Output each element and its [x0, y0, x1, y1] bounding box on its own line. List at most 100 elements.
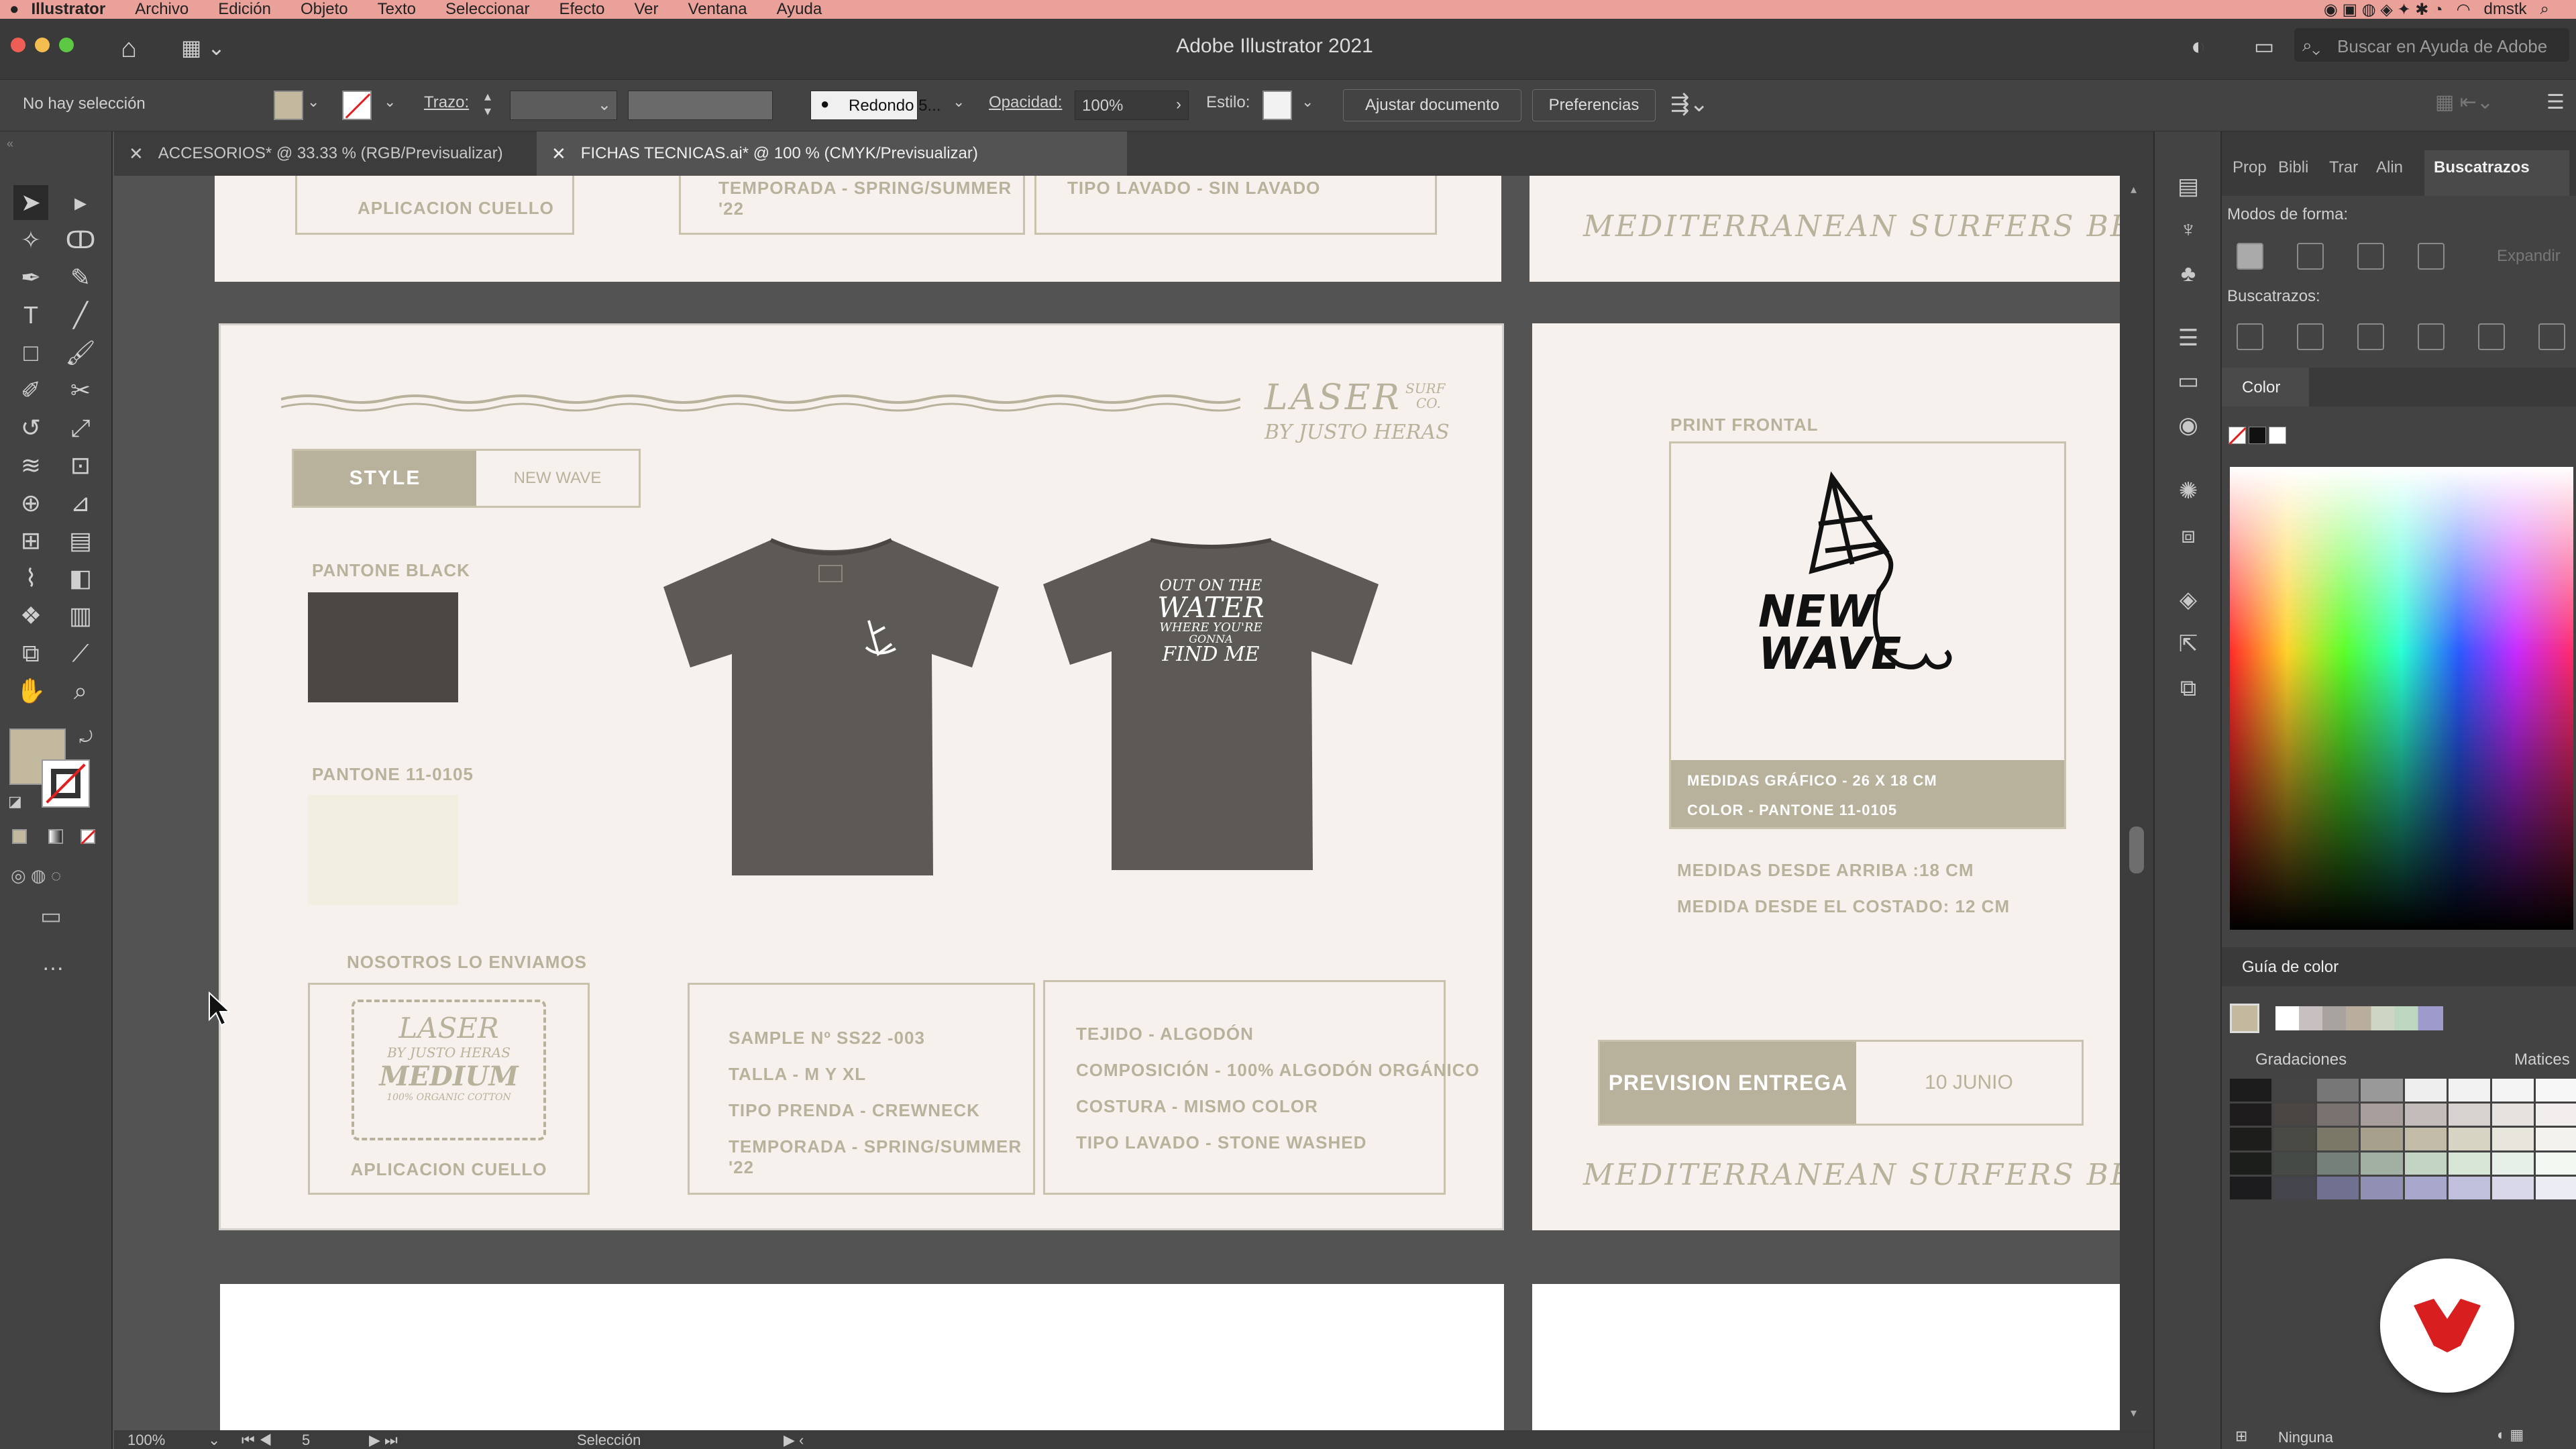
opacity-label[interactable]: Opacidad: — [989, 93, 1062, 112]
wifi-icon[interactable]: ◠ — [2457, 0, 2471, 19]
gradient-tool-icon[interactable]: ▤ — [63, 523, 98, 558]
more-tools-icon[interactable]: … — [42, 950, 64, 976]
rectangle-tool-icon[interactable]: □ — [13, 335, 48, 370]
none-swatch[interactable] — [2229, 427, 2247, 445]
artboard-main-left[interactable]: LASER SURF CO. BY JUSTO HERAS STYLE NEW … — [219, 323, 1504, 1230]
align-icons[interactable]: ▦ ⇤⌄ — [2435, 91, 2493, 114]
white-swatch[interactable] — [2269, 427, 2286, 444]
tab-fichas-tecnicas[interactable]: ✕ FICHAS TECNICAS.ai* @ 100 % (CMYK/Prev… — [537, 131, 1127, 176]
blend-tool-icon[interactable]: ◧ — [63, 561, 98, 596]
mesh-tool-icon[interactable]: ⊞ — [13, 523, 48, 558]
panel-toggle-icon[interactable]: ▭ — [2254, 34, 2274, 59]
apple-icon[interactable]: ● — [9, 0, 19, 19]
eyedropper-icon[interactable]: ⌇ — [13, 561, 48, 596]
trim-button[interactable] — [2297, 323, 2324, 350]
graphic-style-swatch[interactable] — [1263, 91, 1292, 120]
tab-transform[interactable]: Trar — [2329, 158, 2358, 177]
preferences-button[interactable]: Preferencias — [1532, 89, 1656, 121]
default-colors-icon[interactable]: ◪ — [8, 793, 22, 810]
unite-button[interactable] — [2237, 243, 2263, 270]
stroke-panel-icon[interactable]: ☰ — [2174, 323, 2203, 353]
artboard-bottom-left[interactable] — [220, 1284, 1504, 1436]
screen-mode-icon[interactable]: ▭ — [40, 903, 62, 930]
artboard-nav-prev-icon[interactable]: ⏮ ◀ — [241, 1432, 272, 1449]
magic-wand-icon[interactable]: ✧ — [13, 223, 48, 258]
outline-button[interactable] — [2478, 323, 2505, 350]
none-mode-icon[interactable] — [80, 829, 96, 845]
harmony-swatches[interactable] — [2275, 1006, 2443, 1030]
zoom-window-button[interactable] — [59, 38, 74, 52]
status-menu-icon[interactable]: ▶ ‹ — [784, 1432, 804, 1449]
artboards-icon[interactable]: ⧉ — [2174, 674, 2203, 703]
tab-pathfinder[interactable]: Buscatrazos — [2424, 150, 2569, 196]
opacity-field[interactable]: 100% › — [1075, 91, 1189, 120]
pen-tool-icon[interactable]: ✒ — [13, 260, 48, 295]
canvas[interactable]: APLICACION CUELLO TEMPORADA - SPRING/SUM… — [114, 176, 2120, 1436]
artboard-main-right[interactable]: PRINT FRONTAL NEW WAVE MEDIDAS GRÁFICO -… — [1532, 323, 2120, 1230]
menu-seleccionar[interactable]: Seleccionar — [445, 0, 529, 19]
appearance-icon[interactable]: ✺ — [2174, 476, 2203, 506]
color-guide-grid[interactable] — [2230, 1079, 2576, 1199]
scissors-icon[interactable]: ✂ — [63, 373, 98, 408]
stroke-weight-stepper[interactable]: ▴ ▾ — [484, 89, 491, 119]
menu-edicion[interactable]: Edición — [218, 0, 271, 19]
menu-icon[interactable]: ☰ — [2546, 91, 2565, 114]
grid-icon[interactable]: ⊞ — [2235, 1428, 2247, 1445]
intersect-button[interactable] — [2357, 243, 2384, 270]
artboard-top-left[interactable]: APLICACION CUELLO TEMPORADA - SPRING/SUM… — [215, 176, 1501, 282]
share-icon[interactable]: ◐ — [2191, 32, 2206, 60]
shades-label[interactable]: Matices — [2514, 1051, 2570, 1069]
zoom-level[interactable]: 100% — [127, 1432, 165, 1449]
exclude-button[interactable] — [2418, 243, 2445, 270]
black-swatch[interactable] — [2249, 427, 2266, 444]
fill-swatch[interactable] — [274, 91, 303, 120]
properties-icon[interactable]: ▤ — [2174, 172, 2203, 201]
menu-ver[interactable]: Ver — [634, 0, 658, 19]
menu-user[interactable]: dmstk — [2484, 0, 2527, 19]
minimize-window-button[interactable] — [35, 38, 50, 52]
close-tab-icon[interactable]: ✕ — [129, 144, 144, 164]
menu-ayuda[interactable]: Ayuda — [777, 0, 822, 19]
lasso-icon[interactable]: ↀ — [63, 223, 98, 258]
symbol-sprayer-icon[interactable]: ❖ — [13, 598, 48, 633]
gradient-mode-icon[interactable] — [48, 829, 63, 844]
crop-button[interactable] — [2418, 323, 2445, 350]
minus-front-button[interactable] — [2297, 243, 2324, 270]
stroke-weight-field[interactable]: ⌄ — [510, 91, 617, 120]
direct-selection-tool-icon[interactable]: ▸ — [63, 185, 98, 220]
merge-button[interactable] — [2357, 323, 2384, 350]
color-spectrum[interactable] — [2230, 467, 2573, 930]
line-tool-icon[interactable]: ╱ — [63, 298, 98, 333]
puppet-warp-icon[interactable]: ♆ — [2174, 215, 2203, 244]
guide-options-icons[interactable]: ◐ ▦ — [2497, 1426, 2524, 1444]
transparency-icon[interactable]: ◉ — [2174, 411, 2203, 440]
workspace-switcher-icon[interactable]: ▦ ⌄ — [181, 35, 225, 60]
menu-objeto[interactable]: Objeto — [301, 0, 348, 19]
status-icons[interactable]: ◉ ▣ ◍ ◈ ✦ ✱ ◔ — [2324, 0, 2443, 19]
type-tool-icon[interactable]: T — [13, 298, 48, 333]
menu-ventana[interactable]: Ventana — [688, 0, 747, 19]
menu-archivo[interactable]: Archivo — [135, 0, 189, 19]
rotate-tool-icon[interactable]: ↺ — [13, 411, 48, 445]
color-mode-icon[interactable] — [12, 829, 27, 844]
scroll-thumb[interactable] — [2129, 826, 2144, 873]
tab-properties[interactable]: Prop — [2233, 158, 2267, 177]
draw-modes-icon[interactable]: ◎ ◍ ◌ — [11, 865, 61, 886]
help-search-field[interactable]: ⌕⌄ Buscar en Ayuda de Adobe — [2294, 28, 2569, 62]
shaper-tool-icon[interactable]: ✐ — [13, 373, 48, 408]
expand-button[interactable]: Expandir — [2497, 247, 2561, 266]
artboard-bottom-right[interactable] — [1532, 1284, 2120, 1436]
gradations-label[interactable]: Gradaciones — [2255, 1051, 2347, 1069]
graph-tool-icon[interactable]: ▥ — [63, 598, 98, 633]
perspective-grid-icon[interactable]: ⊿ — [63, 486, 98, 521]
guide-base-color[interactable] — [2230, 1004, 2259, 1033]
stroke-label[interactable]: Trazo: — [424, 93, 469, 112]
artboard-nav-next-icon[interactable]: ▶ ⏭ — [369, 1432, 398, 1449]
swap-colors-icon[interactable]: ⤾ — [79, 729, 93, 747]
artboard-number[interactable]: 5 — [302, 1432, 310, 1449]
home-icon[interactable]: ⌂ — [121, 34, 150, 63]
stroke-swatch[interactable] — [342, 91, 372, 120]
scale-tool-icon[interactable]: ⤢ — [63, 411, 98, 445]
minus-back-button[interactable] — [2538, 323, 2565, 350]
layers-icon[interactable]: ◈ — [2174, 585, 2203, 614]
